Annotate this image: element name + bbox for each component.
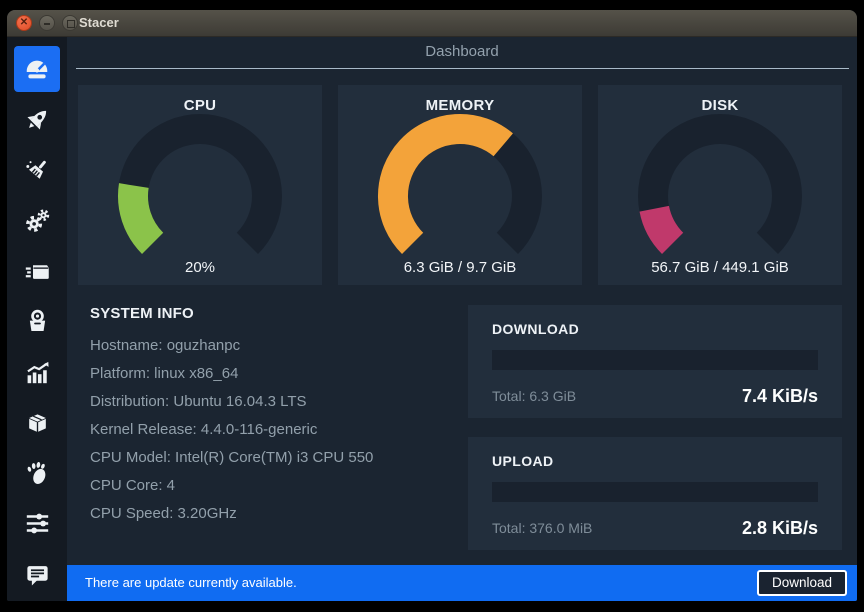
system-info-title: SYSTEM INFO <box>90 305 450 322</box>
cpu-card: CPU 20% <box>78 85 322 285</box>
sidebar-item-feedback[interactable] <box>14 551 60 597</box>
sidebar-item-startup-apps[interactable] <box>14 97 60 143</box>
update-notification-bar: There are update currently available. Do… <box>67 565 857 601</box>
upload-progress-bar <box>492 482 818 502</box>
download-card: DOWNLOAD Total: 6.3 GiB 7.4 KiB/s <box>468 305 842 418</box>
stacer-window: ✕ Stacer <box>7 10 857 601</box>
memory-card: MEMORY 6.3 GiB / 9.7 GiB <box>338 85 582 285</box>
rocket-icon <box>24 106 51 133</box>
tape-box-icon <box>24 308 51 335</box>
sidebar-item-services[interactable] <box>14 198 60 244</box>
sidebar-item-system-cleaner[interactable] <box>14 147 60 193</box>
minimize-icon[interactable] <box>39 15 55 31</box>
system-info-kernel: Kernel Release: 4.4.0-116-generic <box>90 416 450 444</box>
sidebar-item-processes[interactable] <box>14 248 60 294</box>
memory-gauge <box>375 111 545 281</box>
system-info-platform: Platform: linux x86_64 <box>90 360 450 388</box>
sidebar <box>7 37 67 601</box>
fast-box-icon <box>24 258 51 285</box>
cpu-gauge <box>115 111 285 281</box>
sidebar-item-packages[interactable] <box>14 400 60 446</box>
disk-gauge <box>635 111 805 281</box>
gauge-fill <box>393 129 503 243</box>
system-info-distribution: Distribution: Ubuntu 16.04.3 LTS <box>90 388 450 416</box>
titlebar: ✕ Stacer <box>7 10 857 37</box>
download-total: Total: 6.3 GiB <box>492 388 576 404</box>
cpu-value: 20% <box>78 259 322 276</box>
gears-icon <box>24 207 51 234</box>
screen: ✕ Stacer <box>0 0 864 612</box>
speedometer-icon <box>23 55 51 83</box>
sidebar-item-uninstaller[interactable] <box>14 299 60 345</box>
page-title: Dashboard <box>67 43 857 60</box>
memory-value: 6.3 GiB / 9.7 GiB <box>338 259 582 276</box>
gnome-foot-icon <box>24 460 51 487</box>
gauge-fill <box>654 209 672 244</box>
system-info: SYSTEM INFO Hostname: oguzhanpc Platform… <box>90 305 450 528</box>
download-speed: 7.4 KiB/s <box>742 386 818 407</box>
sliders-icon <box>24 510 51 537</box>
package-cube-icon <box>24 409 51 436</box>
update-message: There are update currently available. <box>85 565 297 601</box>
chat-bubble-icon <box>24 561 51 588</box>
upload-card: UPLOAD Total: 376.0 MiB 2.8 KiB/s <box>468 437 842 550</box>
download-update-button[interactable]: Download <box>757 570 847 596</box>
system-info-hostname: Hostname: oguzhanpc <box>90 332 450 360</box>
window-title: Stacer <box>79 10 119 37</box>
upload-total: Total: 376.0 MiB <box>492 520 592 536</box>
system-info-cpu-model: CPU Model: Intel(R) Core(TM) i3 CPU 550 <box>90 444 450 472</box>
header-divider <box>76 68 849 69</box>
sidebar-item-gnome-settings[interactable] <box>14 450 60 496</box>
download-card-title: DOWNLOAD <box>492 321 579 337</box>
maximize-icon[interactable] <box>62 15 78 31</box>
gauge-fill <box>133 186 153 244</box>
sidebar-item-settings[interactable] <box>14 501 60 547</box>
disk-card: DISK 56.7 GiB / 449.1 GiB <box>598 85 842 285</box>
system-info-cpu-core: CPU Core: 4 <box>90 472 450 500</box>
main-content: Dashboard CPU 20% MEMORY 6.3 GiB / 9.7 G… <box>67 37 857 601</box>
sidebar-item-dashboard[interactable] <box>14 46 60 92</box>
chart-icon <box>24 359 51 386</box>
download-progress-bar <box>492 350 818 370</box>
close-icon[interactable]: ✕ <box>16 15 32 31</box>
upload-speed: 2.8 KiB/s <box>742 518 818 539</box>
broom-icon <box>24 157 51 184</box>
upload-card-title: UPLOAD <box>492 453 554 469</box>
sidebar-item-resources[interactable] <box>14 349 60 395</box>
system-info-cpu-speed: CPU Speed: 3.20GHz <box>90 500 450 528</box>
disk-value: 56.7 GiB / 449.1 GiB <box>598 259 842 276</box>
